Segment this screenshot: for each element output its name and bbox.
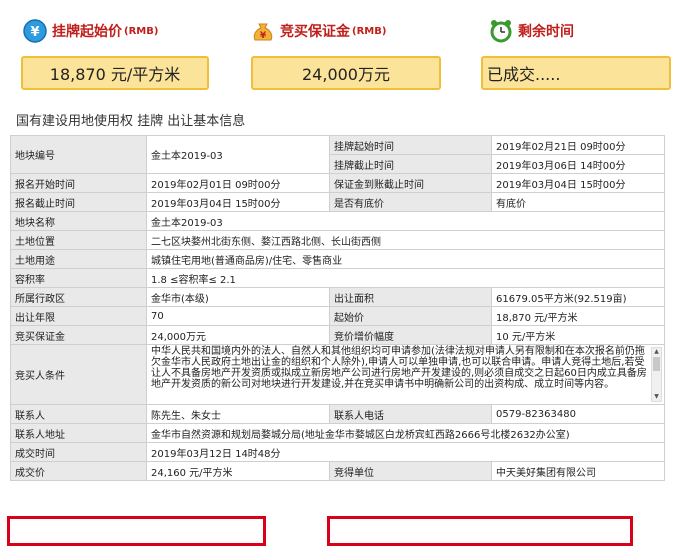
area-label: 出让面积 — [329, 287, 492, 307]
deposit-label: 竞买保证金 — [280, 24, 350, 40]
deposit-row-value: 24,000万元 — [146, 325, 330, 345]
conditions-cell[interactable]: 中华人民共和国境内外的法人、自然人和其他组织均可申请参加(法律法规对申请人另有限… — [146, 344, 665, 405]
start-price-unit: (RMB) — [124, 25, 159, 37]
table-row: 地块名称 金土本2019-03 — [10, 211, 665, 231]
alarm-clock-icon — [490, 20, 512, 43]
phone-label: 联系人电话 — [329, 404, 492, 424]
reserve-label: 是否有底价 — [329, 192, 492, 212]
conditions-text: 中华人民共和国境内外的法人、自然人和其他组织均可申请参加(法律法规对申请人另有限… — [151, 346, 647, 390]
listing-end-label: 挂牌截止时间 — [329, 154, 492, 174]
start-price-header: ¥ 挂牌起始价 (RMB) — [22, 18, 158, 44]
signup-start-label: 报名开始时间 — [10, 173, 147, 193]
years-label: 出让年限 — [10, 306, 147, 326]
plot-no-value: 金土本2019-03 — [146, 135, 330, 174]
deposit-row-label: 竞买保证金 — [10, 325, 147, 345]
svg-text:¥: ¥ — [30, 25, 39, 40]
signup-start-value: 2019年02月01日 09时00分 — [146, 173, 330, 193]
district-label: 所属行政区 — [10, 287, 147, 307]
table-row: 土地位置 二七区块婺州北街东侧、婺江西路北侧、长山街西侧 — [10, 230, 665, 250]
deal-price-highlight — [7, 516, 266, 546]
start-price-box: 18,870 元/平方米 — [21, 56, 209, 90]
scroll-down-icon[interactable]: ▼ — [652, 393, 661, 401]
table-row: 竞买保证金 24,000万元 竞价增价幅度 10 元/平方米 — [10, 325, 665, 345]
winner-value: 中天美好集团有限公司 — [491, 461, 665, 481]
increment-value: 10 元/平方米 — [491, 325, 665, 345]
far-label: 容积率 — [10, 268, 147, 288]
start-price-value: 18,870 元/平方米 — [49, 65, 181, 84]
conditions-label: 竞买人条件 — [10, 344, 147, 405]
scroll-up-icon[interactable]: ▲ — [652, 348, 661, 356]
table-row: 报名截止时间 2019年03月04日 15时00分 是否有底价 有底价 — [10, 192, 665, 212]
summary-bar: ¥ 挂牌起始价 (RMB) ¥ 竞买保证金 (RMB) 剩余时间 18,870 … — [0, 0, 700, 100]
start-price-row-label: 起始价 — [329, 306, 492, 326]
listing-end-value: 2019年03月06日 14时00分 — [491, 154, 665, 174]
contact-label: 联系人 — [10, 404, 147, 424]
address-label: 联系人地址 — [10, 423, 147, 443]
winner-label: 竞得单位 — [329, 461, 492, 481]
deposit-value: 24,000万元 — [302, 65, 390, 84]
remaining-header: 剩余时间 — [488, 18, 574, 44]
svg-text:¥: ¥ — [260, 31, 267, 41]
remaining-value: 已成交..... — [487, 65, 561, 84]
land-info-table: 地块编号 金土本2019-03 挂牌起始时间 2019年02月21日 09时00… — [10, 135, 665, 481]
years-value: 70 — [146, 306, 330, 326]
listing-start-value: 2019年02月21日 09时00分 — [491, 135, 665, 155]
winner-highlight — [327, 516, 633, 546]
far-value: 1.8 ≤容积率≤ 2.1 — [146, 268, 665, 288]
table-row: 竞买人条件 中华人民共和国境内外的法人、自然人和其他组织均可申请参加(法律法规对… — [10, 344, 665, 405]
deposit-unit: (RMB) — [352, 25, 387, 37]
money-coin-icon: ¥ — [23, 19, 47, 43]
listing-start-label: 挂牌起始时间 — [329, 135, 492, 155]
table-row: 联系人地址 金华市自然资源和规划局婺城分局(地址金华市婺城区白龙桥宾虹西路266… — [10, 423, 665, 443]
location-value: 二七区块婺州北街东侧、婺江西路北侧、长山街西侧 — [146, 230, 665, 250]
table-row: 容积率 1.8 ≤容积率≤ 2.1 — [10, 268, 665, 288]
remaining-box: 已成交..... — [481, 56, 671, 90]
table-row: 联系人 陈先生、朱女士 联系人电话 0579-82363480 — [10, 404, 665, 424]
contact-value: 陈先生、朱女士 — [146, 404, 330, 424]
location-label: 土地位置 — [10, 230, 147, 250]
deal-time-label: 成交时间 — [10, 442, 147, 462]
deposit-box: 24,000万元 — [251, 56, 441, 90]
reserve-value: 有底价 — [491, 192, 665, 212]
phone-value: 0579-82363480 — [491, 404, 665, 424]
area-value: 61679.05平方米(92.519亩) — [491, 287, 665, 307]
signup-end-value: 2019年03月04日 15时00分 — [146, 192, 330, 212]
increment-label: 竞价增价幅度 — [329, 325, 492, 345]
deposit-header: ¥ 竞买保证金 (RMB) — [250, 18, 386, 44]
district-value: 金华市(本级) — [146, 287, 330, 307]
table-row: 所属行政区 金华市(本级) 出让面积 61679.05平方米(92.519亩) — [10, 287, 665, 307]
deal-price-label: 成交价 — [10, 461, 147, 481]
money-bag-icon: ¥ — [253, 23, 273, 41]
deal-time-value: 2019年03月12日 14时48分 — [146, 442, 665, 462]
deal-price-value: 24,160 元/平方米 — [146, 461, 330, 481]
table-row: 出让年限 70 起始价 18,870 元/平方米 — [10, 306, 665, 326]
table-row: 报名开始时间 2019年02月01日 09时00分 保证金到账截止时间 2019… — [10, 173, 665, 193]
section-title: 国有建设用地使用权 挂牌 出让基本信息 — [16, 114, 246, 129]
start-price-label: 挂牌起始价 — [52, 24, 122, 40]
remaining-label: 剩余时间 — [518, 24, 574, 40]
table-row: 地块编号 金土本2019-03 挂牌起始时间 2019年02月21日 09时00… — [10, 135, 665, 174]
table-row: 成交价 24,160 元/平方米 竞得单位 中天美好集团有限公司 — [10, 461, 665, 481]
usage-value: 城镇住宅用地(普通商品房)/住宅、零售商业 — [146, 249, 665, 269]
deposit-deadline-label: 保证金到账截止时间 — [329, 173, 492, 193]
address-value: 金华市自然资源和规划局婺城分局(地址金华市婺城区白龙桥宾虹西路2666号北楼26… — [146, 423, 665, 443]
start-price-row-value: 18,870 元/平方米 — [491, 306, 665, 326]
table-row: 土地用途 城镇住宅用地(普通商品房)/住宅、零售商业 — [10, 249, 665, 269]
table-row: 成交时间 2019年03月12日 14时48分 — [10, 442, 665, 462]
deposit-deadline-value: 2019年03月04日 15时00分 — [491, 173, 665, 193]
plot-name-label: 地块名称 — [10, 211, 147, 231]
conditions-scrollbar[interactable]: ▲ ▼ — [651, 347, 662, 402]
plot-no-label: 地块编号 — [10, 135, 147, 174]
signup-end-label: 报名截止时间 — [10, 192, 147, 212]
scroll-thumb[interactable] — [653, 357, 660, 371]
plot-name-value: 金土本2019-03 — [146, 211, 665, 231]
usage-label: 土地用途 — [10, 249, 147, 269]
